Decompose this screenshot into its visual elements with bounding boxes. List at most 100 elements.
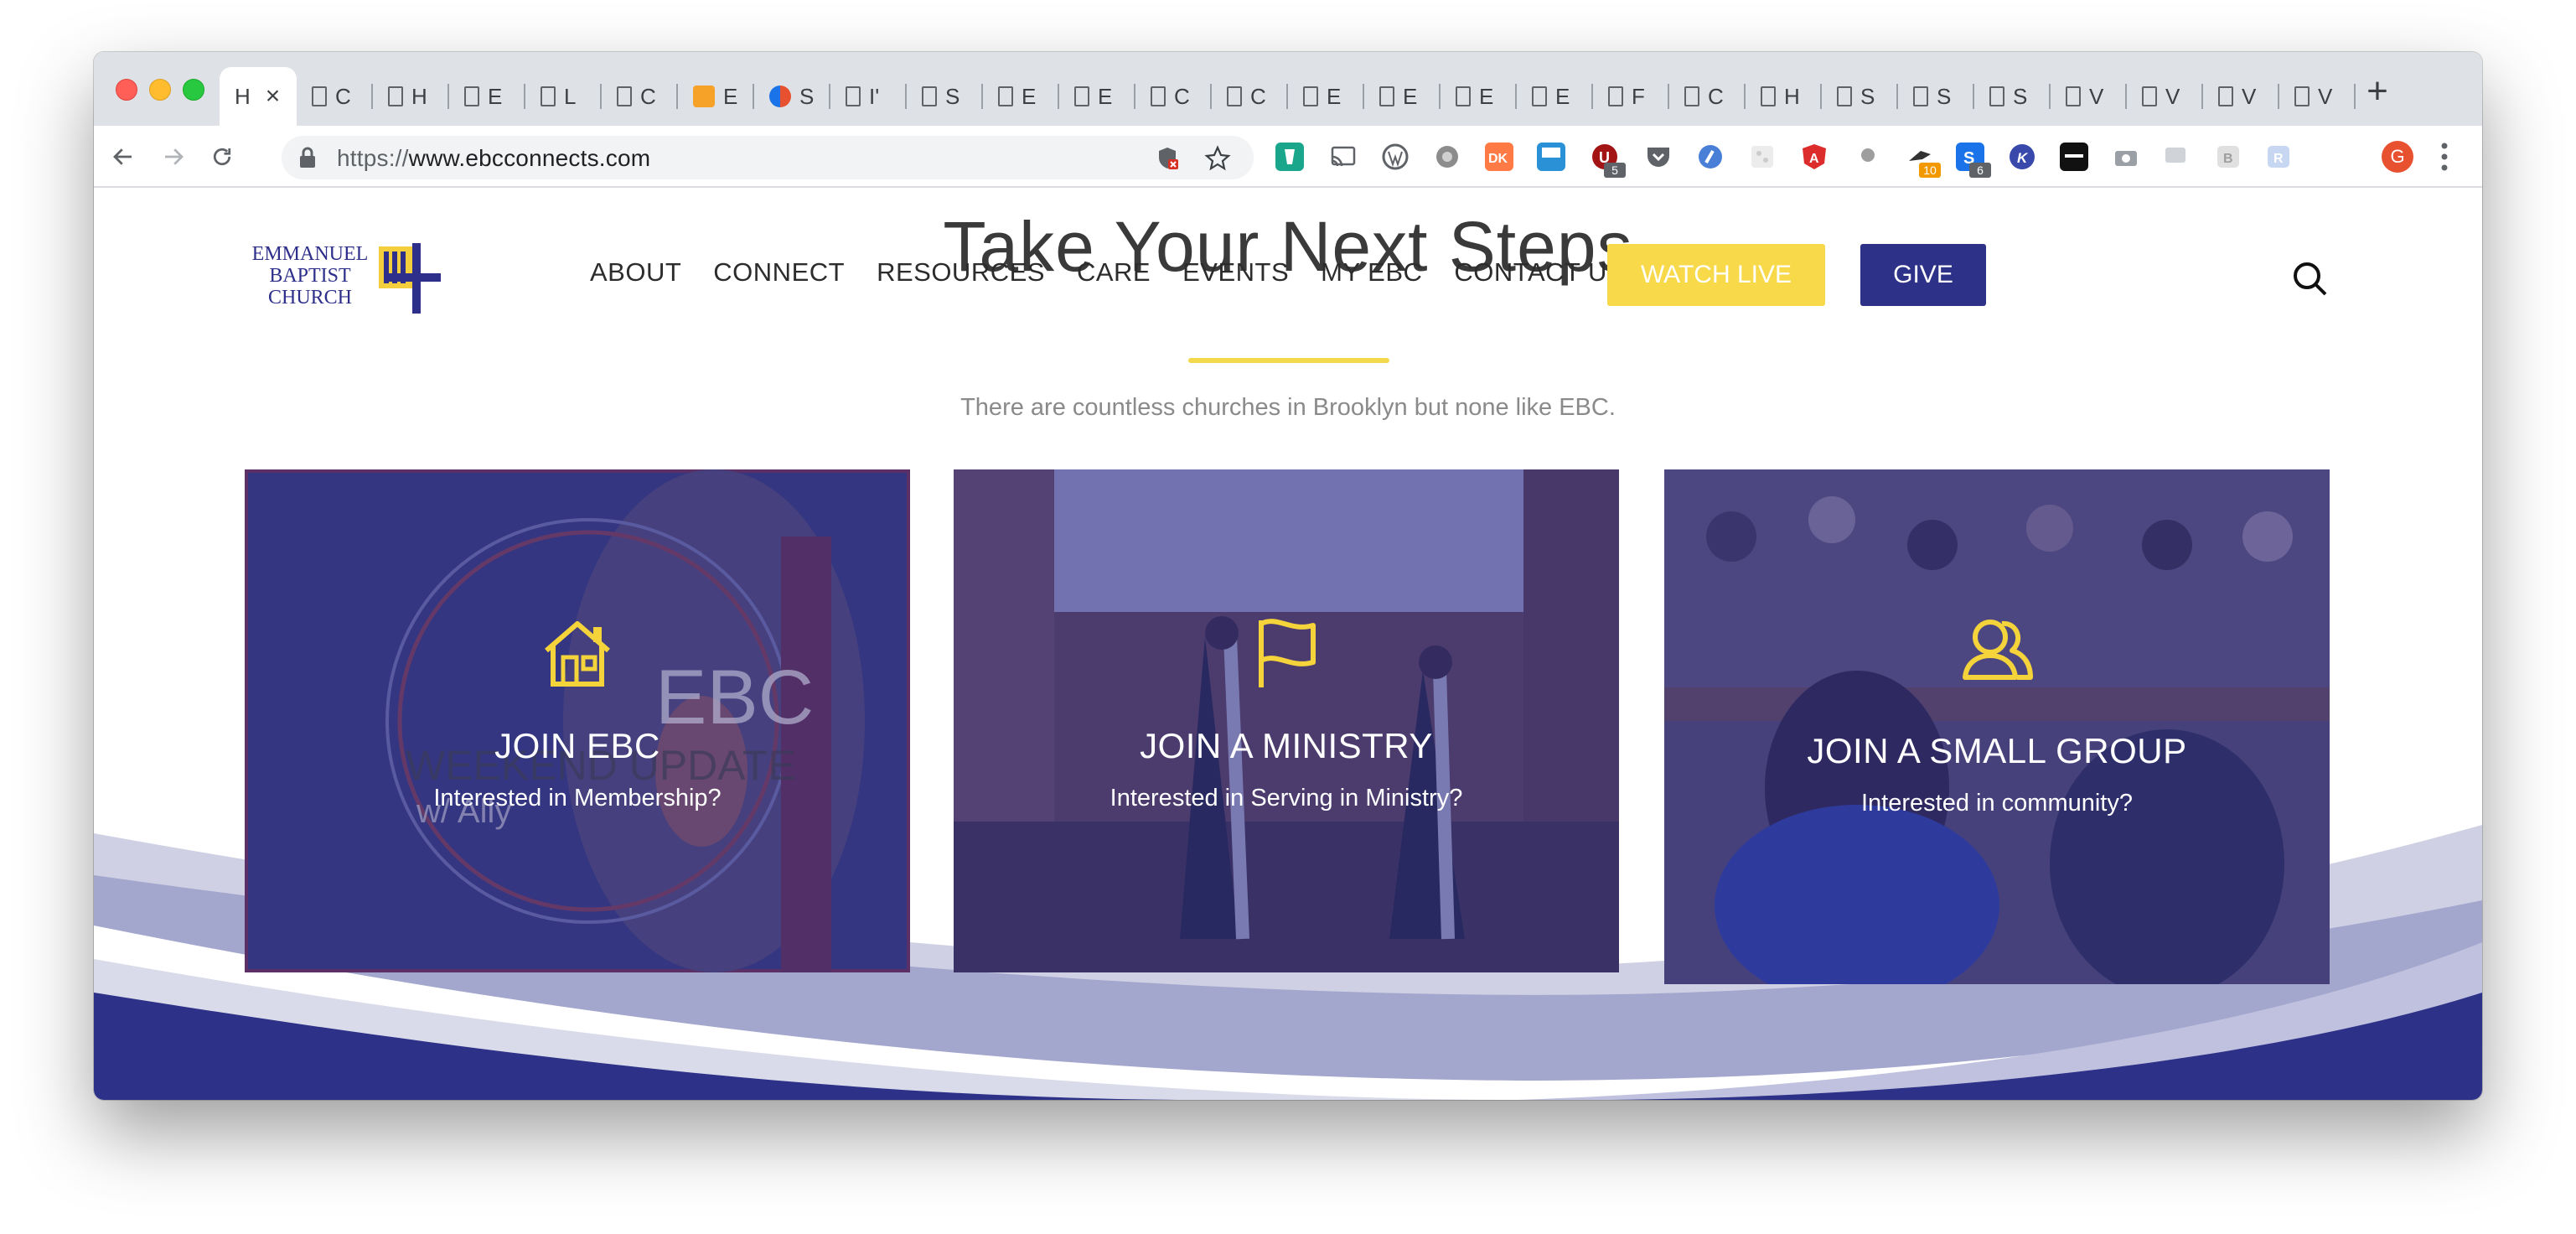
tab-label: V (2242, 83, 2257, 109)
page-icon (922, 86, 937, 106)
tab-label: V (2165, 83, 2180, 109)
gear-extension-icon[interactable] (1433, 143, 1461, 171)
tab-4[interactable]: E (449, 67, 525, 126)
blue-window-extension-icon[interactable] (1537, 143, 1565, 171)
tab-25[interactable]: V (2051, 67, 2127, 126)
nav-care[interactable]: CARE (1077, 257, 1151, 288)
tab-label: E (1022, 83, 1037, 109)
card-title: JOIN A SMALL GROUP (1807, 731, 2187, 770)
browser-window: H × C H E L C E S I' S E E C C E E E E F C H S S S V V V V + https:/… (94, 52, 2482, 1100)
cast-icon[interactable] (1329, 143, 1358, 171)
tab-13[interactable]: C (1135, 67, 1212, 126)
window-close-button[interactable] (116, 79, 137, 101)
nav-my-ebc[interactable]: MY EBC (1321, 257, 1422, 288)
tab-17[interactable]: E (1441, 67, 1517, 126)
nav-resources[interactable]: RESOURCES (877, 257, 1045, 288)
back-button[interactable] (102, 136, 144, 178)
profile-avatar[interactable]: G (2382, 141, 2413, 173)
tab-26[interactable]: V (2127, 67, 2203, 126)
shield-blocked-icon[interactable] (1153, 144, 1182, 173)
extension-badge: 6 (1969, 163, 1991, 178)
svg-text:B: B (2223, 152, 2233, 166)
s-extension-icon[interactable]: S6 (1956, 143, 1991, 178)
balloon-extension-icon[interactable] (1854, 143, 1882, 171)
u-extension-icon[interactable]: U5 (1591, 143, 1626, 178)
angular-icon[interactable]: A (1800, 143, 1829, 171)
browser-toolbar: https://www.ebcconnects.com DK U5 A 10 S… (94, 126, 2482, 188)
tab-11[interactable]: E (983, 67, 1059, 126)
b-extension-icon[interactable]: B (2214, 143, 2242, 171)
tab-14[interactable]: C (1212, 67, 1288, 126)
grid-extension-icon[interactable] (1748, 143, 1777, 171)
black-extension-icon[interactable] (2060, 143, 2088, 171)
tab-20[interactable]: C (1669, 67, 1746, 126)
tab-23[interactable]: S (1898, 67, 1974, 126)
tab-2[interactable]: C (297, 67, 373, 126)
tab-close-icon[interactable]: × (266, 82, 281, 111)
tab-16[interactable]: E (1364, 67, 1441, 126)
tab-1[interactable]: H × (220, 67, 297, 126)
nav-about[interactable]: ABOUT (590, 257, 681, 288)
k-extension-icon[interactable]: K (2008, 143, 2036, 171)
tab-label: E (723, 83, 738, 109)
watch-live-button[interactable]: WATCH LIVE (1607, 244, 1825, 306)
tab-label: C (640, 83, 656, 109)
tab-21[interactable]: H (1746, 67, 1822, 126)
page-icon (464, 86, 479, 106)
tab-22[interactable]: S (1822, 67, 1898, 126)
tab-3[interactable]: H (373, 67, 449, 126)
page-icon (2218, 86, 2233, 106)
tab-6[interactable]: C (602, 67, 678, 126)
nav-events[interactable]: EVENTS (1182, 257, 1289, 288)
tab-5[interactable]: L (525, 67, 602, 126)
tab-label: F (1632, 83, 1645, 109)
tab-15[interactable]: E (1288, 67, 1364, 126)
tab-9[interactable]: I' (830, 67, 907, 126)
page-icon (1074, 86, 1089, 106)
tab-10[interactable]: S (907, 67, 983, 126)
bookmark-star-icon[interactable] (1203, 144, 1232, 173)
card-join-a-ministry[interactable]: JOIN A MINISTRY Interested in Serving in… (954, 469, 1619, 972)
tab-24[interactable]: S (1974, 67, 2051, 126)
wordpress-icon[interactable] (1381, 143, 1410, 171)
tab-18[interactable]: E (1517, 67, 1593, 126)
url-host: www.ebcconnects.com (408, 145, 651, 171)
reload-button[interactable] (201, 136, 243, 178)
tab-27[interactable]: V (2203, 67, 2279, 126)
svg-text:DK: DK (1488, 152, 1508, 166)
pocket-icon[interactable] (1644, 143, 1673, 171)
bird-extension-icon[interactable]: 10 (1906, 143, 1941, 178)
page-icon (388, 86, 403, 106)
tab-19[interactable]: F (1593, 67, 1669, 126)
tab-28[interactable]: V (2279, 67, 2356, 126)
tab-label: S (945, 83, 960, 109)
window-minimize-button[interactable] (149, 79, 171, 101)
chat-extension-icon[interactable] (2162, 143, 2191, 171)
orange-extension-icon (693, 86, 715, 107)
tab-8[interactable]: S (754, 67, 830, 126)
shield-extension-icon[interactable] (1696, 143, 1725, 171)
address-bar[interactable]: https://www.ebcconnects.com (282, 136, 1254, 179)
tab-separator (2354, 84, 2356, 109)
nav-connect[interactable]: CONNECT (713, 257, 845, 288)
dk-extension-icon[interactable]: DK (1485, 143, 1513, 171)
camera-icon[interactable] (2112, 143, 2140, 171)
search-icon[interactable] (2291, 260, 2330, 298)
site-logo[interactable]: EMMANUEL BAPTIST CHURCH (243, 236, 453, 320)
window-zoom-button[interactable] (183, 79, 204, 101)
extension-green-icon[interactable] (1275, 143, 1304, 171)
r-extension-icon[interactable]: R (2264, 143, 2293, 171)
card-join-ebc[interactable]: EBC WEEKEND UPDATE w/ Ally JOIN EBC Inte… (245, 469, 910, 972)
page-icon (541, 86, 556, 106)
give-button[interactable]: GIVE (1860, 244, 1986, 306)
card-join-a-small-group[interactable]: JOIN A SMALL GROUP Interested in communi… (1664, 469, 2330, 984)
tab-12[interactable]: E (1059, 67, 1135, 126)
nav-contact-us[interactable]: CONTACT US (1454, 257, 1625, 288)
browser-menu-icon[interactable] (2440, 141, 2449, 173)
svg-text:R: R (2273, 152, 2284, 166)
flag-icon (1259, 619, 1316, 687)
logo-text: EMMANUEL BAPTIST CHURCH (243, 243, 377, 308)
tab-7[interactable]: E (678, 67, 754, 126)
new-tab-button[interactable]: + (2356, 70, 2398, 112)
forward-button[interactable] (153, 136, 194, 178)
